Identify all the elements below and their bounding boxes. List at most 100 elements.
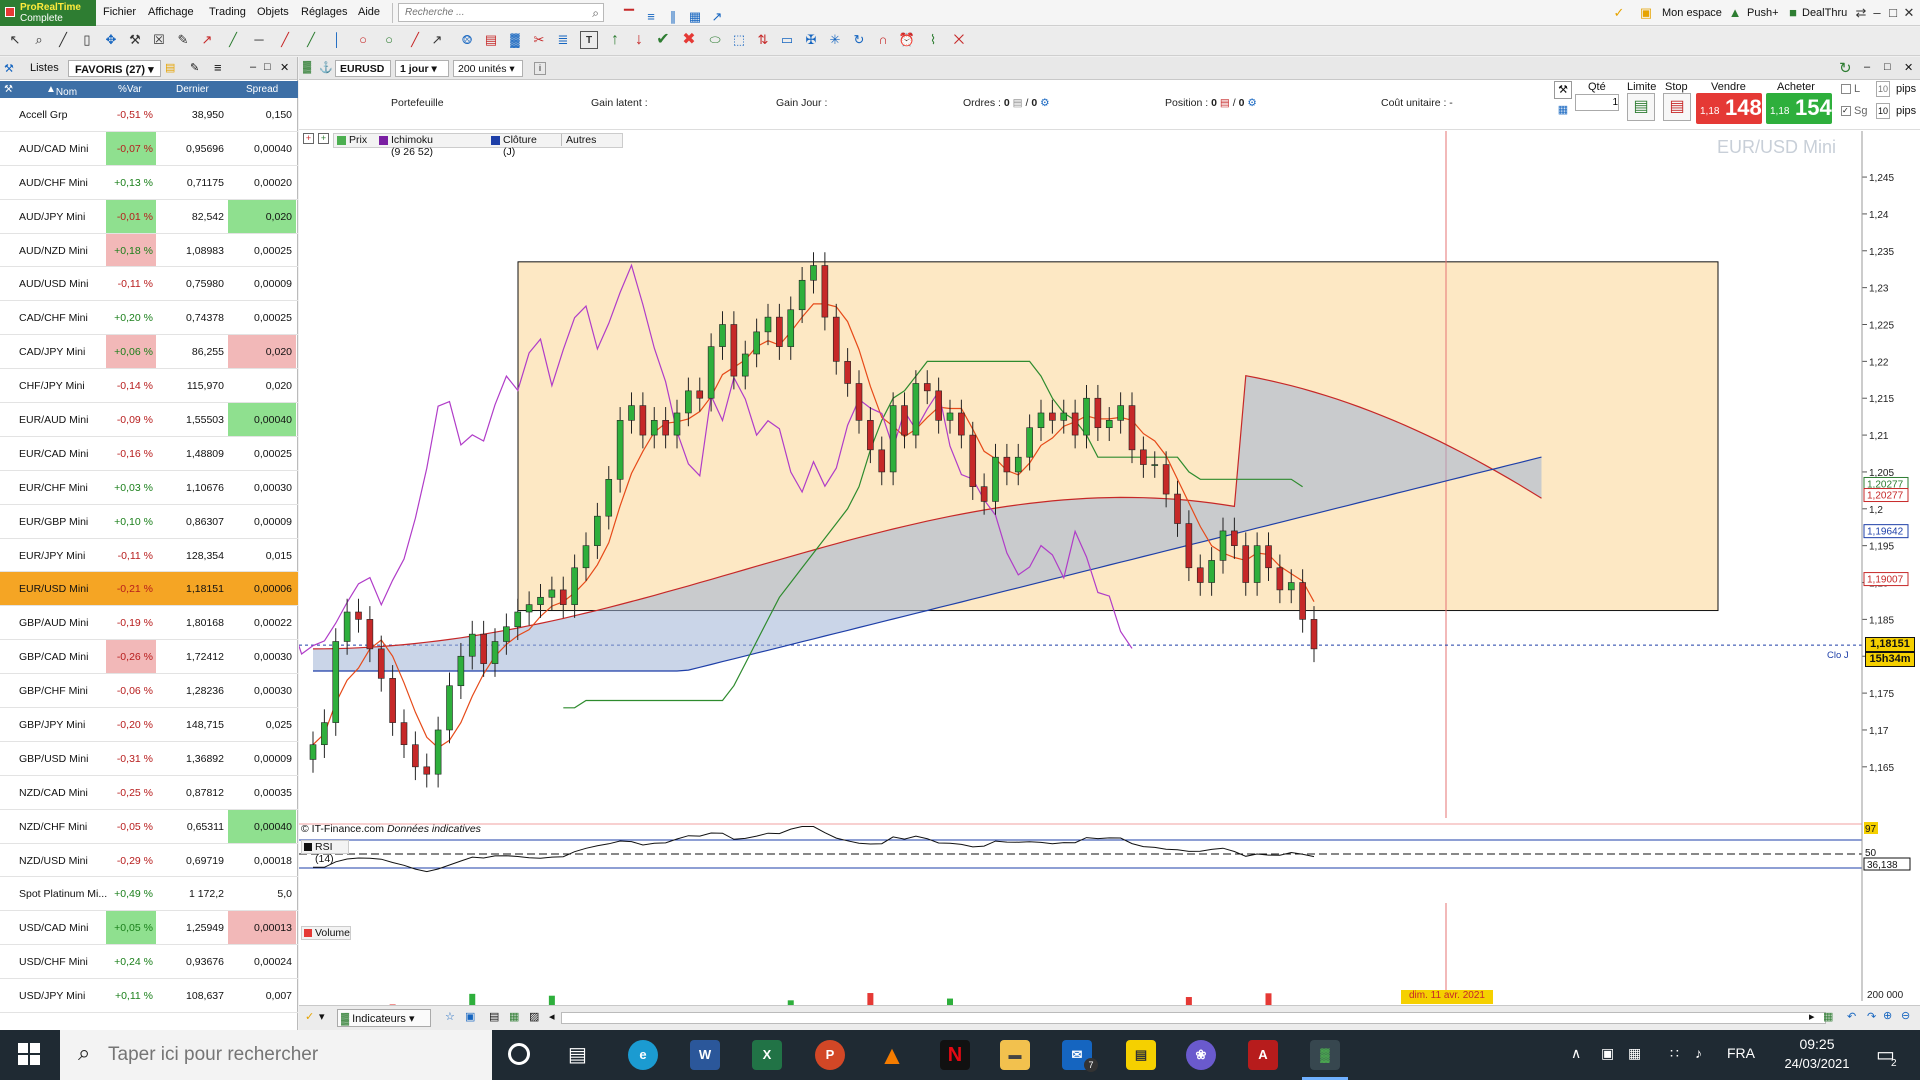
table-icon[interactable]: ▦	[509, 1010, 519, 1023]
period-selector[interactable]: 1 jour ▾	[395, 60, 449, 77]
grid-tool-icon[interactable]: ▦	[686, 8, 704, 26]
list-selector[interactable]: FAVORIS (27) ▾	[68, 60, 161, 77]
qte-input[interactable]	[1575, 94, 1619, 111]
acrobat-icon[interactable]: A	[1248, 1040, 1278, 1070]
list-edit-icon[interactable]: ▤	[165, 61, 175, 74]
column-settings-icon[interactable]: ⚒	[4, 84, 13, 95]
fan-tool-icon[interactable]: ↗	[708, 8, 726, 26]
channel-tool-icon[interactable]: ∥	[664, 8, 682, 26]
link-icon[interactable]: ⚓	[319, 61, 333, 74]
rect-dashed-icon[interactable]: ⬚	[730, 31, 748, 49]
dropdown-arrow-icon[interactable]: ▾	[319, 1010, 325, 1023]
scroll-left-icon[interactable]: ◂	[549, 1010, 555, 1023]
panel-maximize-icon[interactable]: □	[264, 61, 271, 73]
calculator-icon[interactable]: ▦	[1554, 103, 1572, 121]
chart-canvas[interactable]: 1,1651,171,1751,181,1851,191,1951,21,205…	[299, 131, 1920, 1030]
watchlist-row[interactable]: USD/JPY Mini +0,11 % 108,637 0,007	[0, 979, 298, 1014]
taskbar-search-input[interactable]	[108, 1044, 468, 1066]
watchlist-row[interactable]: AUD/CHF Mini +0,13 % 0,71175 0,00020	[0, 166, 298, 200]
chart-type-icon[interactable]: ▓	[303, 61, 311, 73]
vlc-icon[interactable]: ▲	[877, 1040, 907, 1070]
add-overlay-icon[interactable]: +	[318, 133, 329, 144]
watchlist-row[interactable]: USD/CAD Mini +0,05 % 1,25949 0,00013	[0, 911, 298, 946]
watchlist-row[interactable]: Spot Platinum Mi... +0,49 % 1 172,2 5,0	[0, 877, 298, 912]
pitchfork-icon[interactable]: ⨷	[458, 31, 476, 49]
l-checkbox[interactable]	[1841, 84, 1851, 94]
menu-affichage[interactable]: Affichage	[148, 6, 194, 18]
menu-trading[interactable]: Trading	[209, 6, 246, 18]
search-icon[interactable]: ⌕	[592, 6, 599, 21]
portefeuille-label[interactable]: Portefeuille	[391, 97, 444, 109]
task-view-icon[interactable]: ▤	[568, 1042, 587, 1067]
watchlist-row[interactable]: EUR/USD Mini -0,21 % 1,18151 0,00006	[0, 572, 298, 607]
l-pips-input[interactable]: 10	[1876, 81, 1890, 97]
rectangle-icon[interactable]: ▭	[778, 31, 796, 49]
symbol-field[interactable]: EURUSD	[335, 60, 391, 77]
column-spread[interactable]: Spread	[246, 84, 278, 95]
scrollbar-track[interactable]	[561, 1012, 1826, 1024]
watchlist-row[interactable]: AUD/NZD Mini +0,18 % 1,08983 0,00025	[0, 233, 298, 268]
clock-date[interactable]: 24/03/2021	[1778, 1056, 1856, 1071]
legend-prix[interactable]: Prix	[349, 134, 367, 146]
watchlist-row[interactable]: GBP/CHF Mini -0,06 % 1,28236 0,00030	[0, 674, 298, 709]
ray-h2-icon[interactable]: ○	[380, 31, 398, 49]
volume-tray-icon[interactable]: ♪	[1695, 1045, 1702, 1061]
windows-start-icon[interactable]	[18, 1043, 40, 1065]
menu-objets[interactable]: Objets	[257, 6, 289, 18]
trading-mode-icon[interactable]: ✓	[1610, 4, 1628, 22]
watchlist-row[interactable]: GBP/CAD Mini -0,26 % 1,72412 0,00030	[0, 640, 298, 675]
watchlist-row[interactable]: CAD/JPY Mini +0,06 % 86,255 0,020	[0, 335, 298, 370]
arrow-down-icon[interactable]: ↓	[630, 31, 648, 49]
sticky-notes-icon[interactable]: ▤	[1126, 1040, 1156, 1070]
sg-pips-input[interactable]: 10	[1876, 103, 1890, 119]
chart-close-icon[interactable]: ✕	[1904, 61, 1913, 74]
doc-icon[interactable]: ▯	[78, 31, 96, 49]
screen-icon[interactable]: ▣	[465, 1010, 475, 1023]
watchlist-row[interactable]: USD/CHF Mini +0,24 % 0,93676 0,00024	[0, 945, 298, 980]
pattern-tool-icon[interactable]: ▔	[620, 8, 638, 26]
vline-icon[interactable]: │	[328, 31, 346, 49]
buy-button[interactable]: 1,18 154	[1766, 93, 1832, 124]
legend-autres[interactable]: Autres	[561, 134, 596, 146]
range-icon[interactable]: ⇅	[754, 31, 772, 49]
push-icon[interactable]: ▲	[1726, 4, 1744, 22]
volume-legend[interactable]: Volume	[301, 926, 351, 940]
ruler-icon[interactable]: ╱	[54, 31, 72, 49]
scissors-icon[interactable]: ✂	[530, 31, 548, 49]
scroll-right-icon[interactable]: ▸	[1809, 1010, 1815, 1023]
chart-minimize-icon[interactable]: –	[1864, 61, 1870, 73]
close-icon[interactable]: ✕	[1900, 4, 1918, 22]
legend-ichimoku[interactable]: Ichimoku (9 26 52)	[391, 134, 433, 158]
paint-icon[interactable]: ❀	[1186, 1040, 1216, 1070]
watchlist-row[interactable]: EUR/CHF Mini +0,03 % 1,10676 0,00030	[0, 471, 298, 505]
zigzag-icon[interactable]: ⨉	[950, 31, 968, 49]
indicators-button[interactable]: ▓ Indicateurs ▾	[337, 1009, 431, 1027]
undo-icon[interactable]: ↶	[1847, 1010, 1856, 1023]
doc2-icon[interactable]: ▤	[489, 1010, 499, 1023]
column-nom[interactable]: ▲ Nom	[46, 84, 77, 98]
cross-icon[interactable]: ✖	[680, 31, 698, 49]
cursor-icon[interactable]: ↖	[6, 31, 24, 49]
panel-close-icon[interactable]: ✕	[280, 61, 289, 74]
stop-button[interactable]: ▤	[1663, 93, 1691, 121]
dealthru-icon[interactable]: ■	[1784, 4, 1802, 22]
arrow-tool-icon[interactable]: ↗	[428, 31, 446, 49]
watchlist-row[interactable]: EUR/CAD Mini -0,16 % 1,48809 0,00025	[0, 437, 298, 471]
taskbar-search[interactable]: ⌕	[60, 1030, 492, 1080]
arc-icon[interactable]: ∩	[874, 31, 892, 49]
draw-icon[interactable]: ✎	[174, 31, 192, 49]
snap-icon[interactable]: ▦	[1823, 1010, 1833, 1023]
tray-device-icon[interactable]: ▣	[1601, 1045, 1614, 1062]
fibo-tool-icon[interactable]: ≡	[642, 8, 660, 26]
watchlist-row[interactable]: AUD/USD Mini -0,11 % 0,75980 0,00009	[0, 267, 298, 302]
watchlist-row[interactable]: GBP/JPY Mini -0,20 % 148,715 0,025	[0, 708, 298, 742]
segment-icon[interactable]: ╱	[302, 31, 320, 49]
clock-time[interactable]: 09:25	[1786, 1036, 1848, 1052]
fibo-ext-icon[interactable]: ≣	[554, 31, 572, 49]
alert-icon[interactable]: ⏰	[898, 31, 916, 49]
word-icon[interactable]: W	[690, 1040, 720, 1070]
trade-settings-icon[interactable]: ⚒	[1554, 81, 1572, 99]
workspace-button[interactable]: Mon espace	[1662, 4, 1722, 22]
list-menu-icon[interactable]: ≡	[214, 60, 222, 75]
limite-button[interactable]: ▤	[1627, 93, 1655, 121]
